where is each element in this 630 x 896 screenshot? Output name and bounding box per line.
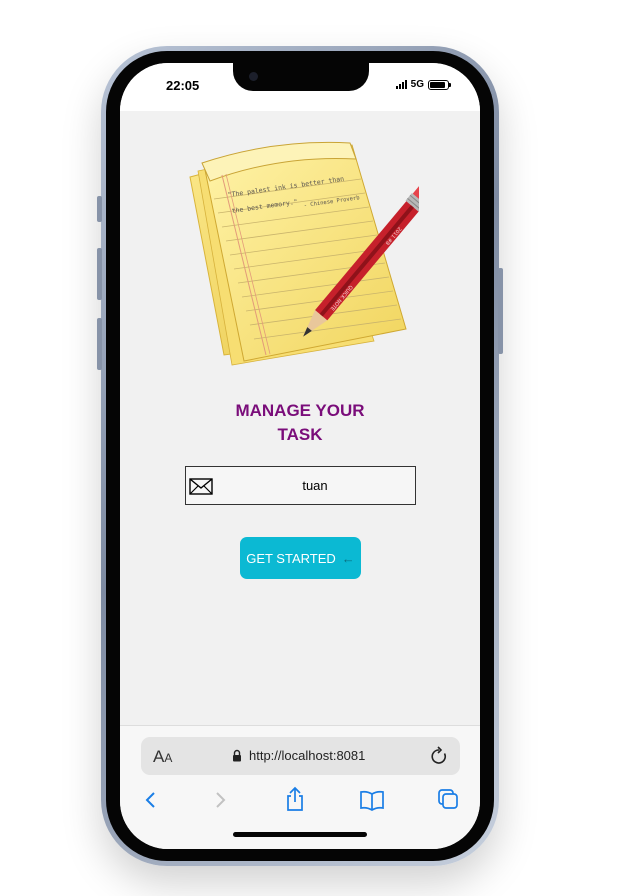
url-text: http://localhost:8081 xyxy=(249,748,366,763)
arrow-left-icon: ← xyxy=(341,550,355,566)
reload-icon[interactable] xyxy=(430,746,448,766)
back-icon[interactable] xyxy=(144,790,158,810)
volume-down-button xyxy=(97,318,102,370)
signal-icon xyxy=(395,80,407,89)
battery-icon xyxy=(428,79,451,90)
text-size-button[interactable]: AA xyxy=(153,747,172,767)
phone-screen: 22:05 5G "The palest ink is better than … xyxy=(120,63,480,849)
tabs-icon[interactable] xyxy=(437,788,459,810)
get-started-label: GET STARTED xyxy=(246,550,336,566)
email-input[interactable] xyxy=(216,467,414,504)
home-indicator xyxy=(233,832,367,837)
forward-icon[interactable] xyxy=(213,790,227,810)
email-field[interactable] xyxy=(185,466,416,505)
silent-switch xyxy=(97,196,102,222)
envelope-icon xyxy=(189,478,213,495)
notepad-pencil-logo: "The palest ink is better than the best … xyxy=(189,141,419,366)
front-camera xyxy=(249,72,258,81)
lock-icon xyxy=(233,749,241,762)
app-title-line2: TASK xyxy=(277,425,323,444)
bookmarks-icon[interactable] xyxy=(359,789,385,811)
network-type: 5G xyxy=(410,79,424,90)
app-title: MANAGE YOUR TASK xyxy=(160,399,440,447)
address-bar[interactable]: AA http://localhost:8081 xyxy=(141,737,460,775)
battery-level xyxy=(430,81,446,88)
get-started-button[interactable]: GET STARTED ← xyxy=(240,537,361,579)
app-title-line1: MANAGE YOUR xyxy=(235,401,365,420)
volume-up-button xyxy=(97,248,102,300)
status-time: 22:05 xyxy=(166,78,200,93)
share-icon[interactable] xyxy=(285,786,305,812)
status-indicators: 5G xyxy=(395,79,451,90)
status-bar: 22:05 5G xyxy=(120,63,480,111)
browser-bottom-bar: AA http://localhost:8081 xyxy=(120,725,480,849)
power-button xyxy=(498,268,503,354)
